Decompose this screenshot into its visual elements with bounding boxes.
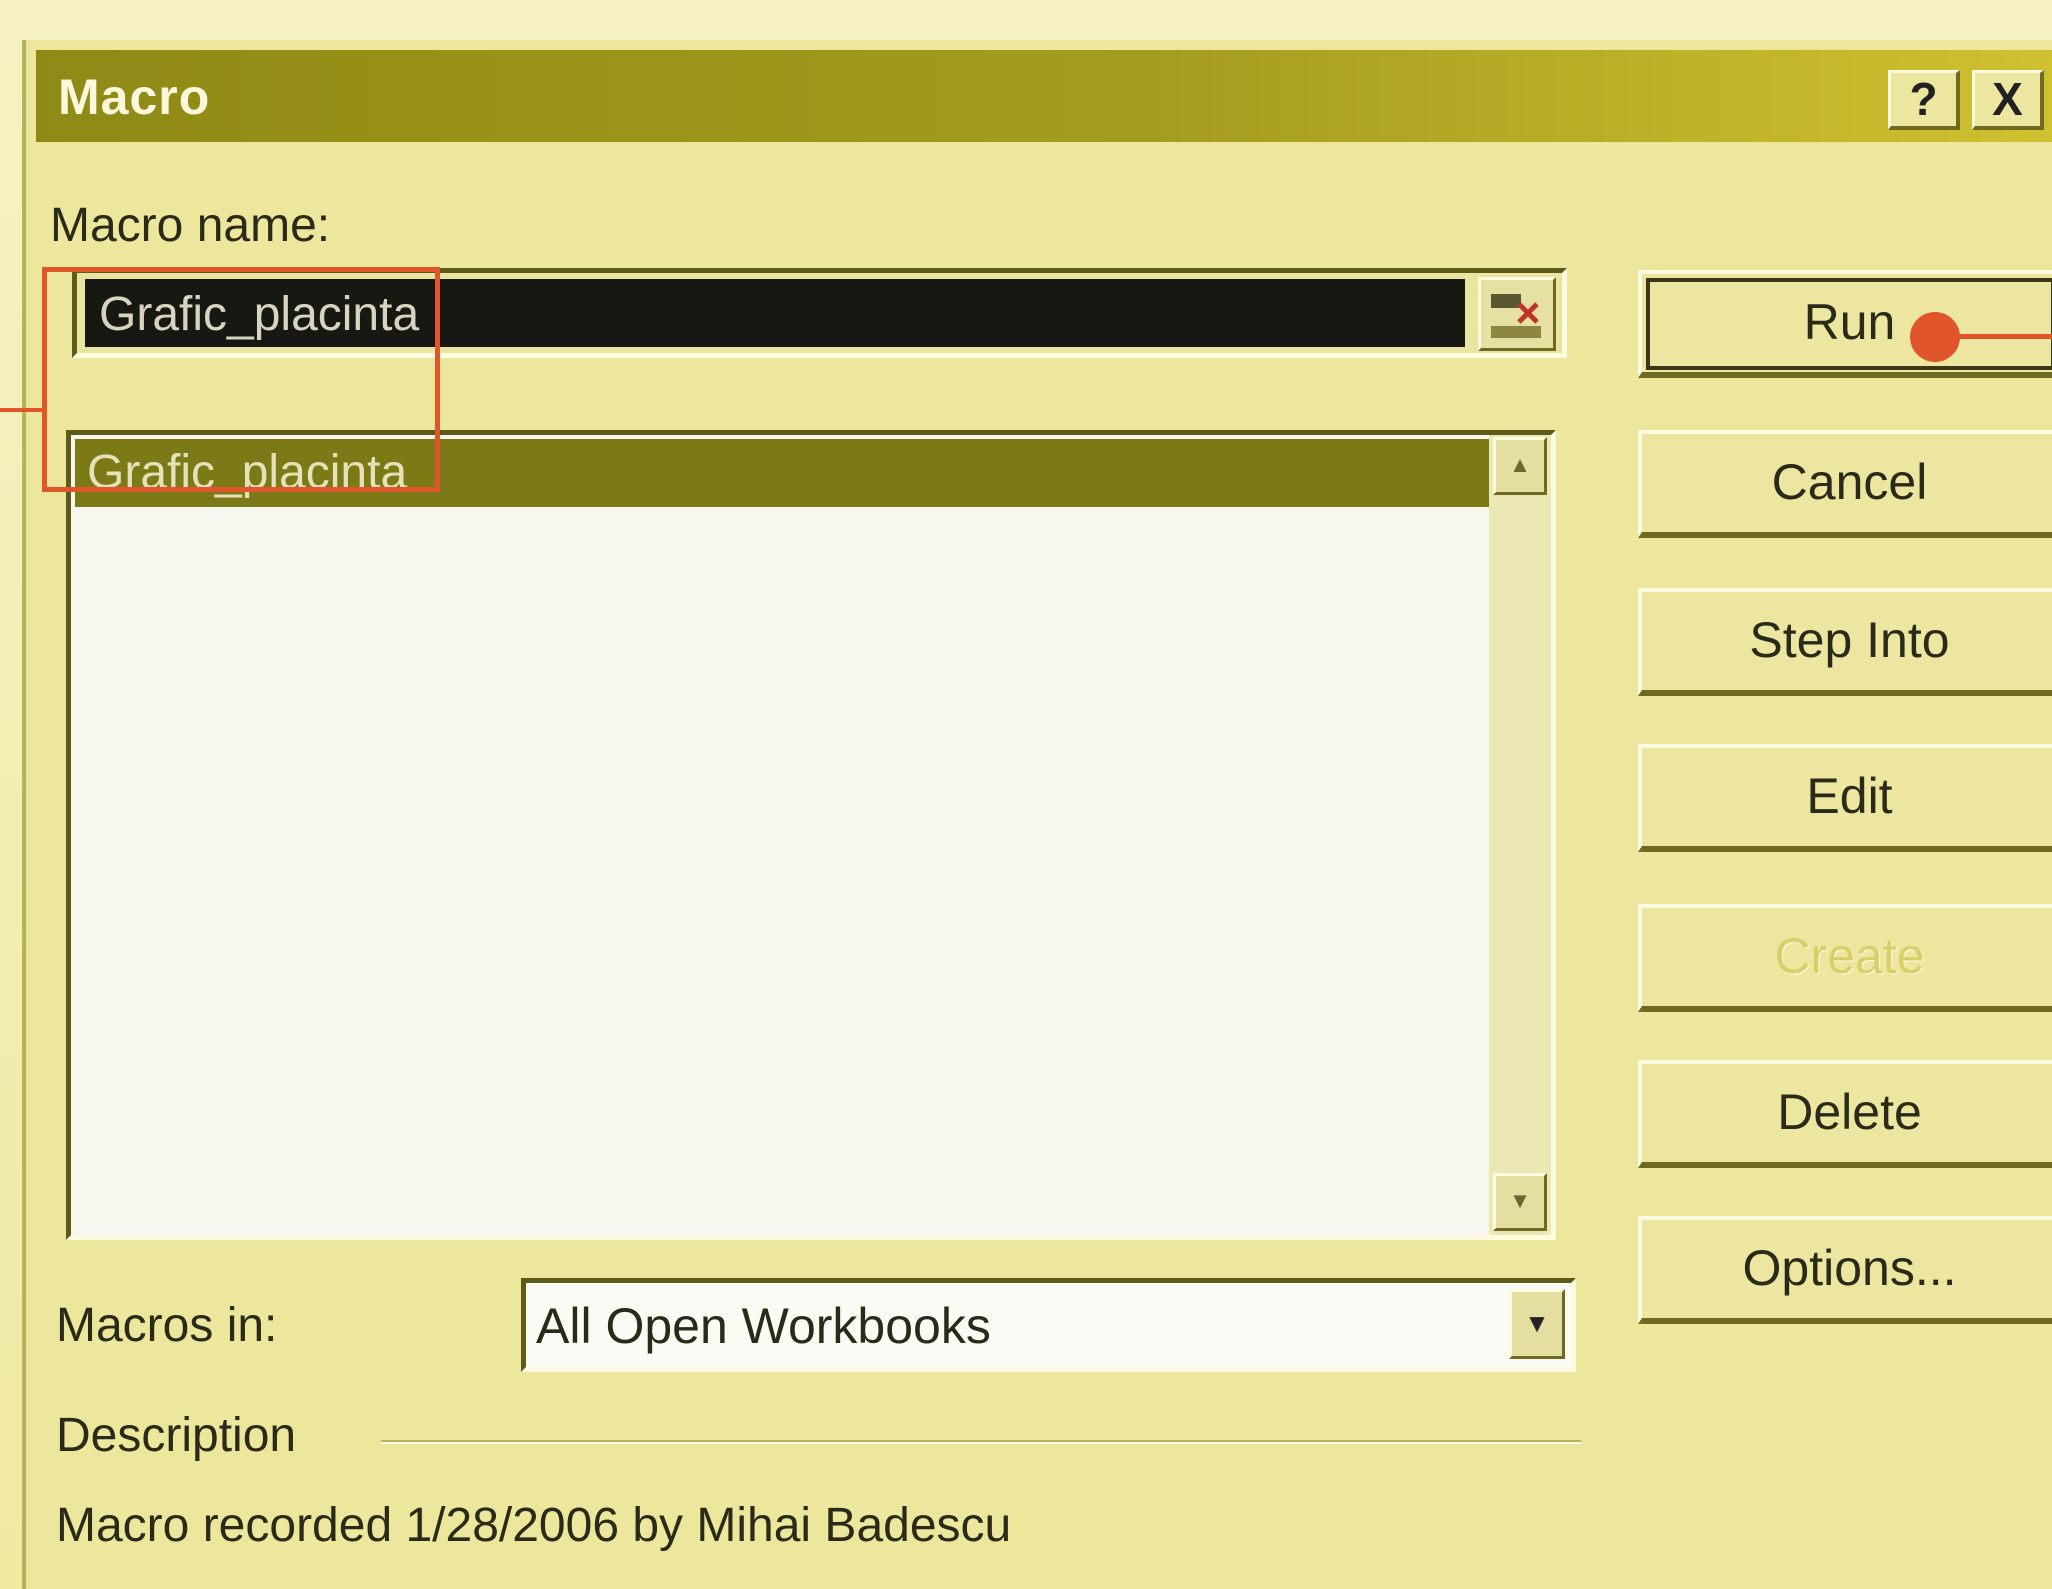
chevron-down-icon: ▼: [1509, 1188, 1531, 1213]
macros-in-select[interactable]: All Open Workbooks ▼: [521, 1278, 1576, 1372]
macros-in-value: All Open Workbooks: [536, 1298, 991, 1354]
edit-button[interactable]: Edit: [1638, 744, 2052, 852]
delete-button[interactable]: Delete: [1638, 1060, 2052, 1168]
macros-in-label: Macros in:: [56, 1299, 278, 1352]
list-scrollbar[interactable]: ▲ ▼: [1489, 435, 1551, 1235]
scroll-up-button[interactable]: ▲: [1493, 437, 1547, 495]
title-bar: Macro ? X: [36, 50, 2052, 142]
description-label: Description: [56, 1409, 297, 1462]
step-into-button[interactable]: Step Into: [1638, 588, 2052, 696]
description-text: Macro recorded 1/28/2006 by Mihai Badesc…: [56, 1499, 1012, 1552]
create-button[interactable]: Create: [1638, 904, 2052, 1012]
description-divider: [381, 1440, 1581, 1444]
close-button[interactable]: X: [1972, 70, 2044, 130]
collapse-dialog-button[interactable]: [1478, 277, 1556, 351]
run-button[interactable]: Run: [1638, 270, 2052, 378]
collapse-dialog-icon: [1491, 294, 1541, 338]
macro-name-label: Macro name:: [50, 199, 331, 252]
help-button[interactable]: ?: [1888, 70, 1960, 130]
chevron-up-icon: ▲: [1509, 452, 1531, 477]
dialog-title: Macro: [58, 69, 211, 125]
annotation-leader-line-right: [1955, 334, 2052, 339]
annotation-marker-dot: [1910, 312, 1960, 362]
macro-list[interactable]: Grafic_placinta ▲ ▼: [66, 430, 1556, 1240]
annotation-leader-line-left: [0, 408, 45, 412]
annotation-highlight-box: [42, 267, 440, 492]
options-button[interactable]: Options...: [1638, 1216, 2052, 1324]
scroll-down-button[interactable]: ▼: [1493, 1173, 1547, 1231]
cancel-button[interactable]: Cancel: [1638, 430, 2052, 538]
macros-in-dropdown-button[interactable]: ▼: [1509, 1289, 1565, 1359]
chevron-down-icon: ▼: [1524, 1308, 1550, 1338]
